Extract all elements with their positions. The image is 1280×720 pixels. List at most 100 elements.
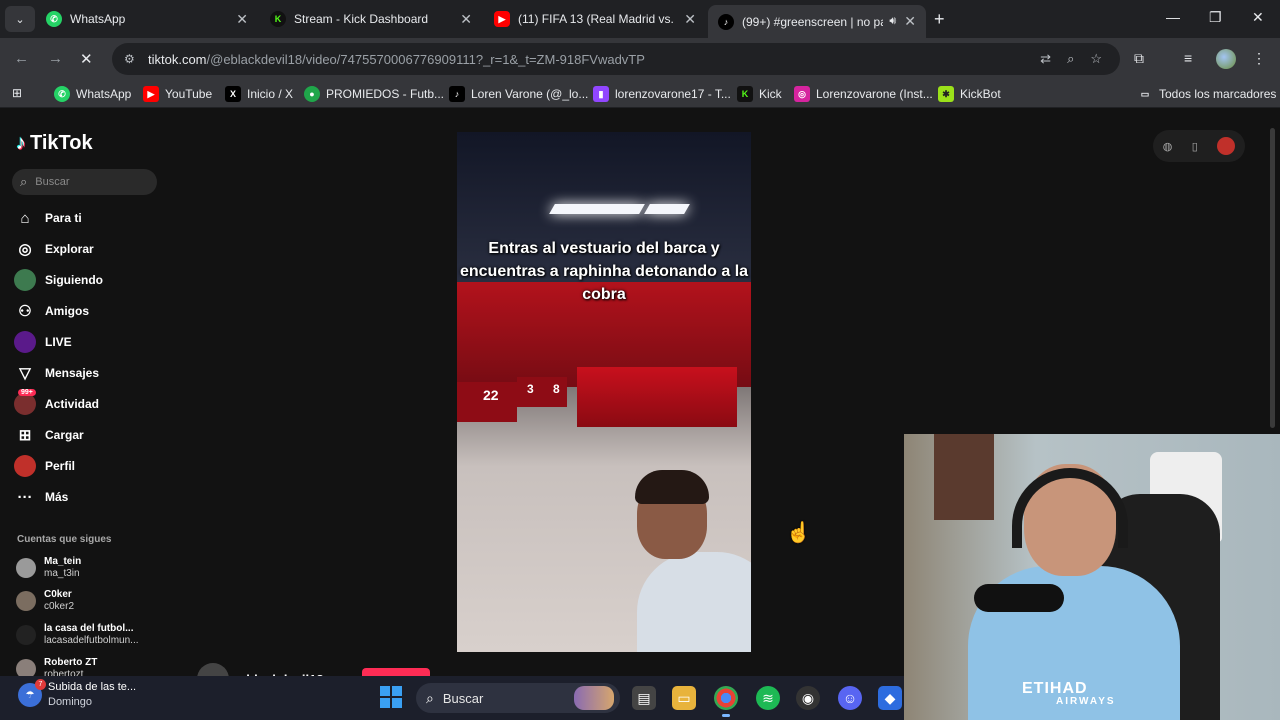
account-handle: lacasadelfutbolmun... (44, 635, 139, 646)
more-icon: ··· (17, 488, 33, 506)
tab-youtube[interactable]: ▶ (11) FIFA 13 (Real Madrid vs. FC ✕ (484, 6, 706, 32)
home-icon: ⌂ (20, 209, 30, 227)
sidebar-item-siguiendo[interactable]: Siguiendo (14, 268, 103, 292)
translate-icon[interactable]: ⇄ (1040, 51, 1051, 67)
ceiling-light (644, 204, 690, 214)
bookmark-kickbot[interactable]: ✱ KickBot (938, 86, 1001, 102)
bookmark-tiktok-loren[interactable]: ♪ Loren Varone (@_lo... (449, 86, 588, 102)
bookmark-label: WhatsApp (76, 87, 132, 101)
activity-icon: 99+ (14, 389, 36, 415)
locker-number: 8 (553, 382, 560, 396)
webcam-overlay: ETIHAD AIRWAYS (904, 434, 1280, 720)
tab-title: (99+) #greenscreen | no par (742, 14, 884, 29)
restore-icon[interactable]: ❐ (1209, 9, 1222, 26)
tiktok-logo[interactable]: ♪ TikTok (16, 132, 93, 155)
obs-icon[interactable]: ◉ (796, 686, 820, 710)
device-icon[interactable]: ▯ (1192, 140, 1198, 153)
forward-icon[interactable]: → (48, 50, 63, 67)
back-icon[interactable]: ← (14, 50, 29, 67)
apps-icon[interactable]: ⊞ (12, 86, 22, 100)
following-avatar-icon (14, 269, 36, 291)
sidebar-item-actividad[interactable]: 99+ Actividad (14, 389, 99, 416)
bookmark-instagram[interactable]: ◎ Lorenzovarone (Inst... (794, 86, 933, 102)
sidebar-item-mas[interactable]: ··· Más (14, 485, 69, 509)
close-icon[interactable]: ✕ (460, 11, 472, 28)
compass-icon: ◎ (18, 241, 32, 258)
tab-whatsapp[interactable]: ✆ WhatsApp ✕ (36, 6, 258, 32)
url-text[interactable]: tiktok.com/@eblackdevil18/video/74755700… (148, 52, 645, 67)
spotify-icon[interactable]: ≋ (756, 686, 780, 710)
extensions-icon[interactable]: ⧉ (1134, 50, 1144, 67)
bookmark-x[interactable]: X Inicio / X (225, 86, 293, 102)
friends-icon: ⚇ (18, 303, 32, 320)
discord-icon[interactable]: ☺ (838, 686, 862, 710)
sidebar-item-live[interactable]: LIVE (14, 330, 72, 354)
windows-start-icon[interactable] (380, 686, 402, 708)
person-hair (635, 470, 709, 504)
file-explorer-icon[interactable]: ▤ (632, 686, 656, 710)
search-icon[interactable]: ⌕ (20, 174, 27, 190)
following-account[interactable]: C0ker c0ker2 (16, 589, 74, 613)
tiktok-icon: ♪ (16, 132, 26, 154)
close-icon[interactable]: ✕ (236, 11, 248, 28)
coins-icon[interactable]: ◍ (1163, 140, 1173, 153)
chrome-icon[interactable] (714, 686, 738, 717)
following-account[interactable]: Ma_tein ma_t3in (16, 556, 81, 580)
top-right-toolbar: ◍ ▯ (1153, 130, 1245, 162)
kick-icon: K (737, 86, 753, 102)
shirt-text-2: AIRWAYS (1056, 696, 1116, 707)
kick-icon: K (270, 11, 286, 27)
bookmark-label: Inicio / X (247, 87, 294, 101)
sidebar-item-label: Perfil (45, 459, 76, 473)
app-icon[interactable]: ◆ (878, 686, 902, 710)
bookmark-twitch[interactable]: ▮ lorenzovarone17 - T... (593, 86, 731, 102)
window-close-icon[interactable]: ✕ (1252, 9, 1264, 26)
bookmark-promiedos[interactable]: ● PROMIEDOS - Futb... (304, 86, 444, 102)
sidebar-item-explorar[interactable]: ◎ Explorar (14, 237, 93, 261)
site-info-icon[interactable]: ⚙ (124, 52, 138, 66)
sidebar-item-label: Más (45, 490, 69, 504)
minimize-icon[interactable]: — (1166, 9, 1180, 25)
media-control-icon[interactable]: ≡ (1184, 50, 1192, 66)
wall-poster (934, 434, 994, 520)
close-icon[interactable]: ✕ (684, 11, 696, 28)
video-player[interactable]: Entras al vestuario del barca y encuentr… (457, 132, 751, 652)
new-tab-icon[interactable]: + (934, 9, 945, 30)
tab-search-button[interactable]: ⌄ (5, 6, 35, 32)
bookmark-whatsapp[interactable]: ✆ WhatsApp (54, 86, 131, 102)
video-caption: Entras al vestuario del barca y encuentr… (459, 240, 749, 303)
profile-avatar[interactable] (1216, 49, 1236, 69)
all-bookmarks[interactable]: ▭ Todos los marcadores (1137, 86, 1277, 102)
weather-subtitle: Domingo (48, 696, 93, 708)
tab-tiktok[interactable]: ♪ (99+) #greenscreen | no par 🔊︎ ✕ (708, 5, 926, 38)
bookmark-label: KickBot (960, 87, 1001, 101)
weather-icon: ☂ 7 (18, 679, 46, 707)
search-input[interactable] (35, 176, 136, 188)
bookmark-label: Lorenzovarone (Inst... (816, 87, 933, 101)
sidebar-item-amigos[interactable]: ⚇ Amigos (14, 299, 89, 323)
weather-widget[interactable]: ☂ 7 Subida de las te... Domingo (18, 679, 136, 710)
stop-loading-icon[interactable]: ✕ (80, 50, 93, 68)
star-icon[interactable]: ☆ (1090, 51, 1102, 67)
tab-kick-dashboard[interactable]: K Stream - Kick Dashboard ✕ (260, 6, 482, 32)
folder-icon: ▭ (1140, 88, 1150, 99)
bookmark-youtube[interactable]: ▶ YouTube (143, 86, 212, 102)
sidebar-item-cargar[interactable]: ⊞ Cargar (14, 423, 84, 447)
user-avatar[interactable] (1217, 137, 1236, 155)
address-bar[interactable]: ⚙ tiktok.com/@eblackdevil18/video/747557… (112, 43, 1120, 75)
sidebar-item-perfil[interactable]: Perfil (14, 454, 75, 478)
sidebar-item-mensajes[interactable]: ▽ Mensajes (14, 361, 99, 385)
menu-icon[interactable]: ⋮ (1252, 50, 1266, 67)
search-box: ⌕ (12, 169, 157, 195)
folder-icon[interactable]: ▭ (672, 686, 696, 710)
speaker-icon[interactable]: 🔊︎ (889, 15, 896, 28)
bookmark-label: Kick (759, 87, 782, 101)
following-account[interactable]: la casa del futbol... lacasadelfutbolmun.… (16, 623, 139, 647)
close-icon[interactable]: ✕ (904, 13, 916, 30)
bookmark-kick[interactable]: K Kick (737, 86, 782, 102)
sidebar-item-para-ti[interactable]: ⌂ Para ti (14, 206, 81, 230)
scrollbar[interactable] (1270, 128, 1275, 428)
search-icon: ⌕ (426, 689, 434, 706)
zoom-icon[interactable]: ⌕ (1067, 51, 1074, 67)
taskbar-search[interactable]: ⌕ Buscar (416, 683, 620, 713)
